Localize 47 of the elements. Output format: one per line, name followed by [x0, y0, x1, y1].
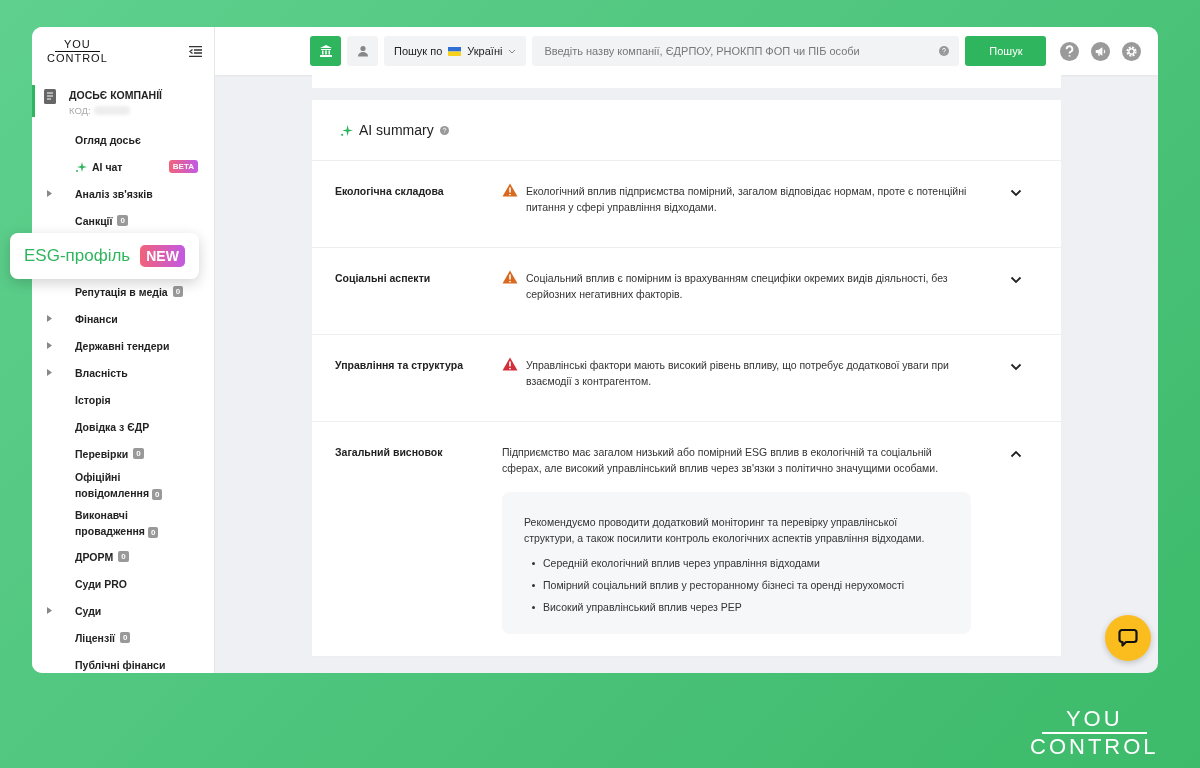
bullet-item: Помірний соціальний вплив у ресторанному бізнесі та оренді нерухомості	[524, 578, 949, 592]
row-text: Екологічний вплив підприємства помірний, загалом відповідає нормам, проте є потенційні питання у сфері управління відходами.	[526, 184, 968, 215]
beta-badge: BETA	[168, 160, 198, 173]
sidebar-item[interactable]: Ліцензії 0	[32, 624, 214, 651]
sidebar-item[interactable]: Фінанси	[32, 305, 214, 332]
bullet-item: Середній екологічний вплив через управління відходами	[524, 556, 949, 570]
row-text: Підприємство має загалом низький або помірний ESG вплив в екологічній та соціальній сферах, але високий управлінський вплив через зв'язки з політично значущими особами.	[502, 445, 940, 476]
row-label: Екологічна складова	[335, 184, 445, 199]
sidebar-item[interactable]: Санкції 0	[32, 207, 214, 234]
sidebar-item[interactable]: Історія	[32, 386, 214, 413]
count-badge: 0	[172, 286, 184, 297]
count-badge: 0	[118, 551, 129, 562]
card-title: AI summary	[359, 122, 434, 138]
sidebar-item[interactable]: Перевірки 0	[32, 440, 214, 467]
section-title[interactable]: ДОСЬЄ КОМПАНІЇ	[69, 89, 162, 101]
sidebar-item[interactable]: Публічні фінанси	[32, 651, 214, 678]
sidebar-item[interactable]: Виконавчі провадження 0	[32, 505, 214, 543]
row-label: Управління та структура	[335, 358, 464, 373]
code-label: КОД:	[69, 105, 91, 116]
country-selector[interactable]: Пошук по Україні	[384, 36, 527, 66]
sidebar-item[interactable]: ДРОРМ 0	[32, 543, 214, 570]
count-badge: 0	[147, 527, 159, 538]
count-badge: 0	[151, 489, 163, 500]
sidebar-item[interactable]: Суди PRO	[32, 570, 214, 597]
row-text: Управлінські фактори мають високий рівень впливу, що потребує додаткової уваги при взаємодії з контрагентом.	[526, 358, 950, 389]
search-field[interactable]: Введіть назву компанії, ЄДРПОУ, РНОКПП ФОП чи ПІБ особи	[532, 36, 960, 66]
sidebar-item[interactable]: Репутація в медіа 0	[32, 278, 214, 305]
sidebar-item[interactable]: Офіційні повідомлення 0	[32, 467, 214, 505]
new-badge: NEW	[140, 245, 185, 267]
count-badge: 0	[133, 448, 144, 459]
row-label: Соціальні аспекти	[335, 271, 432, 286]
count-badge: 0	[117, 215, 128, 226]
sidebar-item[interactable]: Суди	[32, 597, 214, 624]
sidebar-item[interactable]: Аналіз зв'язків	[32, 180, 214, 207]
bullet-item: Високий управлінський вплив через PEP	[524, 600, 949, 614]
brand-logo: YOU CONTROL	[1030, 708, 1159, 758]
sidebar-item[interactable]: Власність	[32, 359, 214, 386]
logo[interactable]: YOU CONTROL	[47, 38, 108, 64]
sidebar-item[interactable]: Державні тендери	[32, 332, 214, 359]
sidebar-item[interactable]: AI чат BETA	[32, 153, 214, 180]
callout-label: ESG-профіль	[24, 246, 131, 266]
recommendation-text: Рекомендуємо проводити додатковий моніторинг та перевірку управлінської структури, а також посилити контроль екологічних аспектів управління відходами.	[524, 515, 926, 546]
row-text: Соціальний вплив є помірним із врахуванням специфіки окремих видів діяльності, без серйозних негативних факторів.	[526, 271, 949, 302]
sidebar-item[interactable]: Довідка з ЄДР	[32, 413, 214, 440]
row-label: Загальний висновок	[335, 445, 444, 460]
count-badge: 0	[120, 632, 131, 643]
sidebar-item[interactable]: Огляд досьє	[32, 126, 214, 153]
